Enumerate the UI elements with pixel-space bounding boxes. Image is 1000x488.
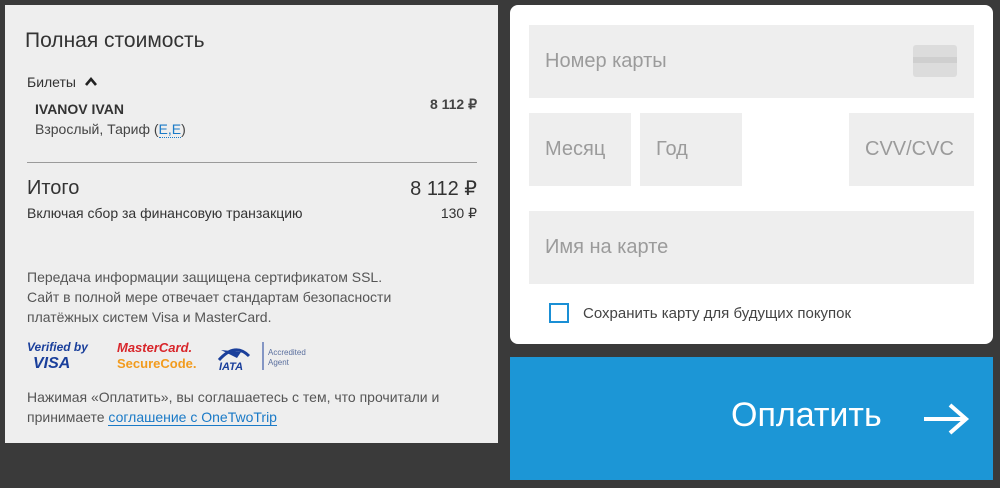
chevron-up-icon bbox=[84, 76, 97, 86]
total-label: Итого bbox=[27, 177, 80, 199]
credit-card-icon bbox=[913, 45, 957, 77]
expiry-month-input[interactable] bbox=[529, 113, 631, 186]
iata-note-2: Agent bbox=[268, 358, 290, 367]
save-card-label: Сохранить карту для будущих покупок bbox=[583, 304, 852, 322]
divider bbox=[27, 162, 477, 163]
pay-button-label: Оплатить bbox=[731, 396, 882, 434]
arrow-right-icon bbox=[924, 403, 970, 435]
mastercard-securecode-logo: MasterCard. SecureCode. bbox=[117, 340, 196, 371]
iata-logo: IATA Accredited Agent bbox=[217, 342, 306, 372]
card-form: Сохранить карту для будущих покупок bbox=[510, 5, 993, 344]
summary-title: Полная стоимость bbox=[25, 29, 205, 52]
security-notice-line: Передача информации защищена сертификато… bbox=[27, 269, 383, 285]
passenger-name: IVANOV IVAN bbox=[35, 101, 124, 117]
agreement-text: Нажимая «Оплатить», вы соглашаетесь с те… bbox=[27, 387, 477, 427]
cardholder-name-input[interactable] bbox=[529, 211, 974, 284]
fee-label: Включая сбор за финансовую транзакцию bbox=[27, 205, 303, 221]
passenger-type-fare: Взрослый, Тариф ( bbox=[35, 121, 159, 137]
tickets-label: Билеты bbox=[27, 74, 76, 90]
passenger-info: Взрослый, Тариф (E,E) bbox=[35, 121, 186, 138]
agreement-link[interactable]: соглашение с OneTwoTrip bbox=[108, 409, 277, 426]
price-summary-panel: Полная стоимость Билеты IVANOV IVAN Взро… bbox=[5, 5, 498, 443]
visa-logo-bottom: VISA bbox=[33, 355, 70, 372]
total-value: 8 112 ₽ bbox=[410, 178, 477, 200]
iata-note-1: Accredited bbox=[268, 348, 306, 357]
save-card-option[interactable]: Сохранить карту для будущих покупок bbox=[549, 303, 851, 323]
fee-value: 130 ₽ bbox=[440, 205, 477, 221]
visa-logo-top: Verified by bbox=[27, 340, 89, 354]
save-card-checkbox[interactable] bbox=[549, 303, 569, 323]
cvv-input[interactable] bbox=[849, 113, 974, 186]
tickets-toggle[interactable]: Билеты bbox=[27, 74, 98, 90]
fare-close-paren: ) bbox=[181, 121, 186, 137]
security-logos: Verified by VISA MasterCard. SecureCode.… bbox=[27, 340, 306, 372]
card-number-input[interactable] bbox=[529, 25, 974, 98]
mc-logo-bottom: SecureCode. bbox=[117, 356, 196, 371]
security-notice-line: Сайт в полной мере отвечает стандартам б… bbox=[27, 289, 392, 305]
security-notice: Передача информации защищена сертификато… bbox=[27, 267, 447, 327]
ticket-price: 8 112 ₽ bbox=[429, 96, 477, 112]
pay-button[interactable]: Оплатить bbox=[510, 357, 993, 480]
fare-code-link[interactable]: E,E bbox=[158, 121, 182, 138]
iata-logo-text: IATA bbox=[219, 361, 243, 372]
verified-by-visa-logo: Verified by VISA bbox=[27, 340, 89, 372]
mc-logo-top: MasterCard. bbox=[117, 340, 192, 355]
expiry-year-input[interactable] bbox=[640, 113, 742, 186]
security-notice-line: платёжных систем Visa и MasterCard. bbox=[27, 309, 272, 325]
